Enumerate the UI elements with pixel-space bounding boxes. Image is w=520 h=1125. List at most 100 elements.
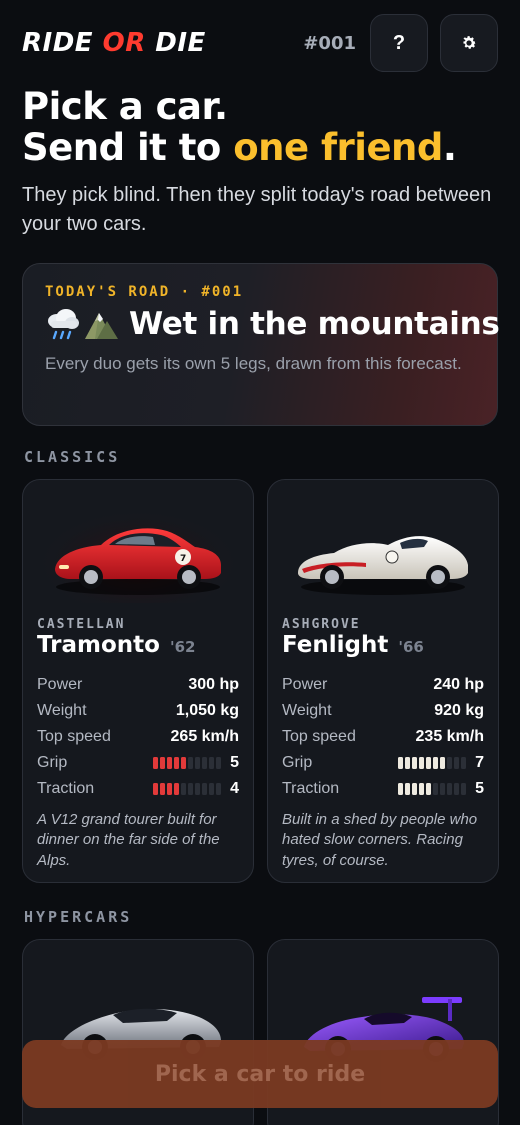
meter-segment [160, 757, 165, 769]
stat-label: Traction [37, 780, 95, 797]
car-model: Tramonto '62 [37, 632, 195, 658]
app-root: RIDE OR DIE #001 ? Pick a car. Send it t… [0, 0, 520, 1125]
meter-segment [426, 757, 431, 769]
section-label-classics: CLASSICS [24, 448, 121, 466]
svg-text:7: 7 [180, 554, 186, 564]
car-image [268, 498, 498, 608]
meter-segment [167, 783, 172, 795]
section-label-hypercars: HYPERCARS [24, 908, 133, 926]
meter-segment [153, 783, 158, 795]
stat-value: 4 [230, 780, 239, 797]
meter-segment [174, 757, 179, 769]
meter-segment [398, 757, 403, 769]
stat-value: 5 [475, 780, 484, 797]
meter-segment [398, 783, 403, 795]
meter-segment [454, 757, 459, 769]
hero: Pick a car. Send it to one friend. They … [22, 86, 498, 239]
car-blurb: A V12 grand tourer built for dinner on t… [37, 811, 220, 869]
car-year: '62 [169, 638, 196, 656]
meter-segment [202, 783, 207, 795]
meter-segment [181, 757, 186, 769]
stat-value: 265 km/h [170, 728, 239, 745]
stat-value: 1,050 kg [175, 702, 239, 719]
meter-segment [209, 757, 214, 769]
meter-segment [433, 757, 438, 769]
hero-subtitle: They pick blind. Then they split today's… [22, 183, 492, 235]
meter-segment [195, 757, 200, 769]
hero-line-1: Pick a car. [22, 85, 228, 128]
stat-value: 300 hp [188, 676, 239, 693]
stat-value: 920 kg [434, 702, 484, 719]
car-model-name: Fenlight [282, 632, 389, 658]
stat-label: Grip [37, 754, 68, 771]
grip-meter [398, 757, 466, 769]
car-model: Fenlight '66 [282, 632, 424, 658]
meter-segment [153, 757, 158, 769]
stat-top-speed: Top speed 235 km/h [282, 724, 484, 750]
meter-segment [433, 783, 438, 795]
meter-segment [419, 783, 424, 795]
meter-segment [447, 783, 452, 795]
meter-segment [202, 757, 207, 769]
white-race-car-image [298, 536, 468, 595]
settings-button[interactable] [440, 14, 498, 72]
car-card-tramonto[interactable]: 7 CASTELLAN Tramonto '62 Power 300 hp We… [22, 479, 254, 883]
road-kicker: TODAY'S ROAD · #001 [45, 284, 244, 300]
hero-highlight: one friend [233, 126, 443, 170]
car-model-name: Tramonto [37, 632, 160, 658]
logo-or: OR [102, 28, 146, 58]
stat-label: Top speed [282, 728, 356, 745]
meter-segment [181, 783, 186, 795]
stat-power: Power 300 hp [37, 672, 239, 698]
meter-segment [440, 757, 445, 769]
car-card-fenlight[interactable]: ASHGROVE Fenlight '66 Power 240 hp Weigh… [267, 479, 499, 883]
meter-segment [167, 757, 172, 769]
logo-die: DIE [145, 28, 206, 58]
grip-meter [153, 757, 221, 769]
meter-segment [412, 757, 417, 769]
meter-segment [160, 783, 165, 795]
todays-road-card: TODAY'S ROAD · #001 Wet in the mountains… [22, 263, 500, 426]
stat-weight: Weight 920 kg [282, 698, 484, 724]
stat-label: Weight [37, 702, 87, 719]
car-stats: Power 240 hp Weight 920 kg Top speed 235… [282, 672, 484, 802]
stat-value: 7 [475, 754, 484, 771]
help-button[interactable]: ? [370, 14, 428, 72]
stat-label: Traction [282, 780, 340, 797]
stat-grip: Grip 5 [37, 750, 239, 776]
hero-line-2-prefix: Send it to [22, 126, 234, 170]
pick-car-button[interactable]: Pick a car to ride [22, 1040, 498, 1108]
meter-segment [188, 757, 193, 769]
hero-line-2-suffix: . [442, 126, 457, 170]
meter-segment [209, 783, 214, 795]
meter-segment [405, 757, 410, 769]
car-image: 7 [23, 498, 253, 608]
car-year: '66 [398, 638, 424, 656]
road-title-row: Wet in the mountains [45, 306, 500, 342]
red-classic-car-image: 7 [43, 503, 233, 603]
road-description: Every duo gets its own 5 legs, drawn fro… [45, 354, 462, 373]
stat-weight: Weight 1,050 kg [37, 698, 239, 724]
stat-label: Grip [282, 754, 313, 771]
stat-value: 5 [230, 754, 239, 771]
meter-segment [405, 783, 410, 795]
meter-segment [412, 783, 417, 795]
gear-icon [463, 36, 477, 49]
meter-segment [461, 757, 466, 769]
meter-segment [440, 783, 445, 795]
stat-label: Power [37, 676, 83, 693]
meter-segment [195, 783, 200, 795]
car-stats: Power 300 hp Weight 1,050 kg Top speed 2… [37, 672, 239, 802]
stat-value: 240 hp [433, 676, 484, 693]
app-logo: RIDE OR DIE [22, 28, 206, 58]
issue-number: #001 [303, 32, 356, 54]
meter-segment [447, 757, 452, 769]
stat-label: Power [282, 676, 328, 693]
meter-segment [216, 783, 221, 795]
meter-segment [188, 783, 193, 795]
stat-value: 235 km/h [415, 728, 484, 745]
stat-grip: Grip 7 [282, 750, 484, 776]
stat-top-speed: Top speed 265 km/h [37, 724, 239, 750]
top-bar: RIDE OR DIE #001 ? [22, 14, 498, 72]
car-blurb: Built in a shed by people who hated slow… [282, 811, 478, 869]
